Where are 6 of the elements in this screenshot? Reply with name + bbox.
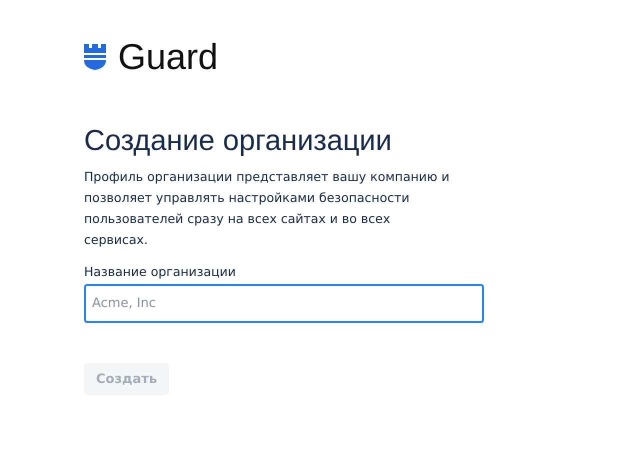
page-heading: Создание организации [84,124,392,158]
organization-name-field[interactable]: Acme, Inc [84,284,484,323]
castle-tower-icon [84,44,106,70]
logo-text: Guard [118,40,218,74]
field-label: Название организации [84,263,236,281]
description-text: Профиль организации представляет вашу компанию и позволяет управлять настройками безопасности пользователей сразу на всех сайтах и во всех сервисах. [84,168,451,249]
